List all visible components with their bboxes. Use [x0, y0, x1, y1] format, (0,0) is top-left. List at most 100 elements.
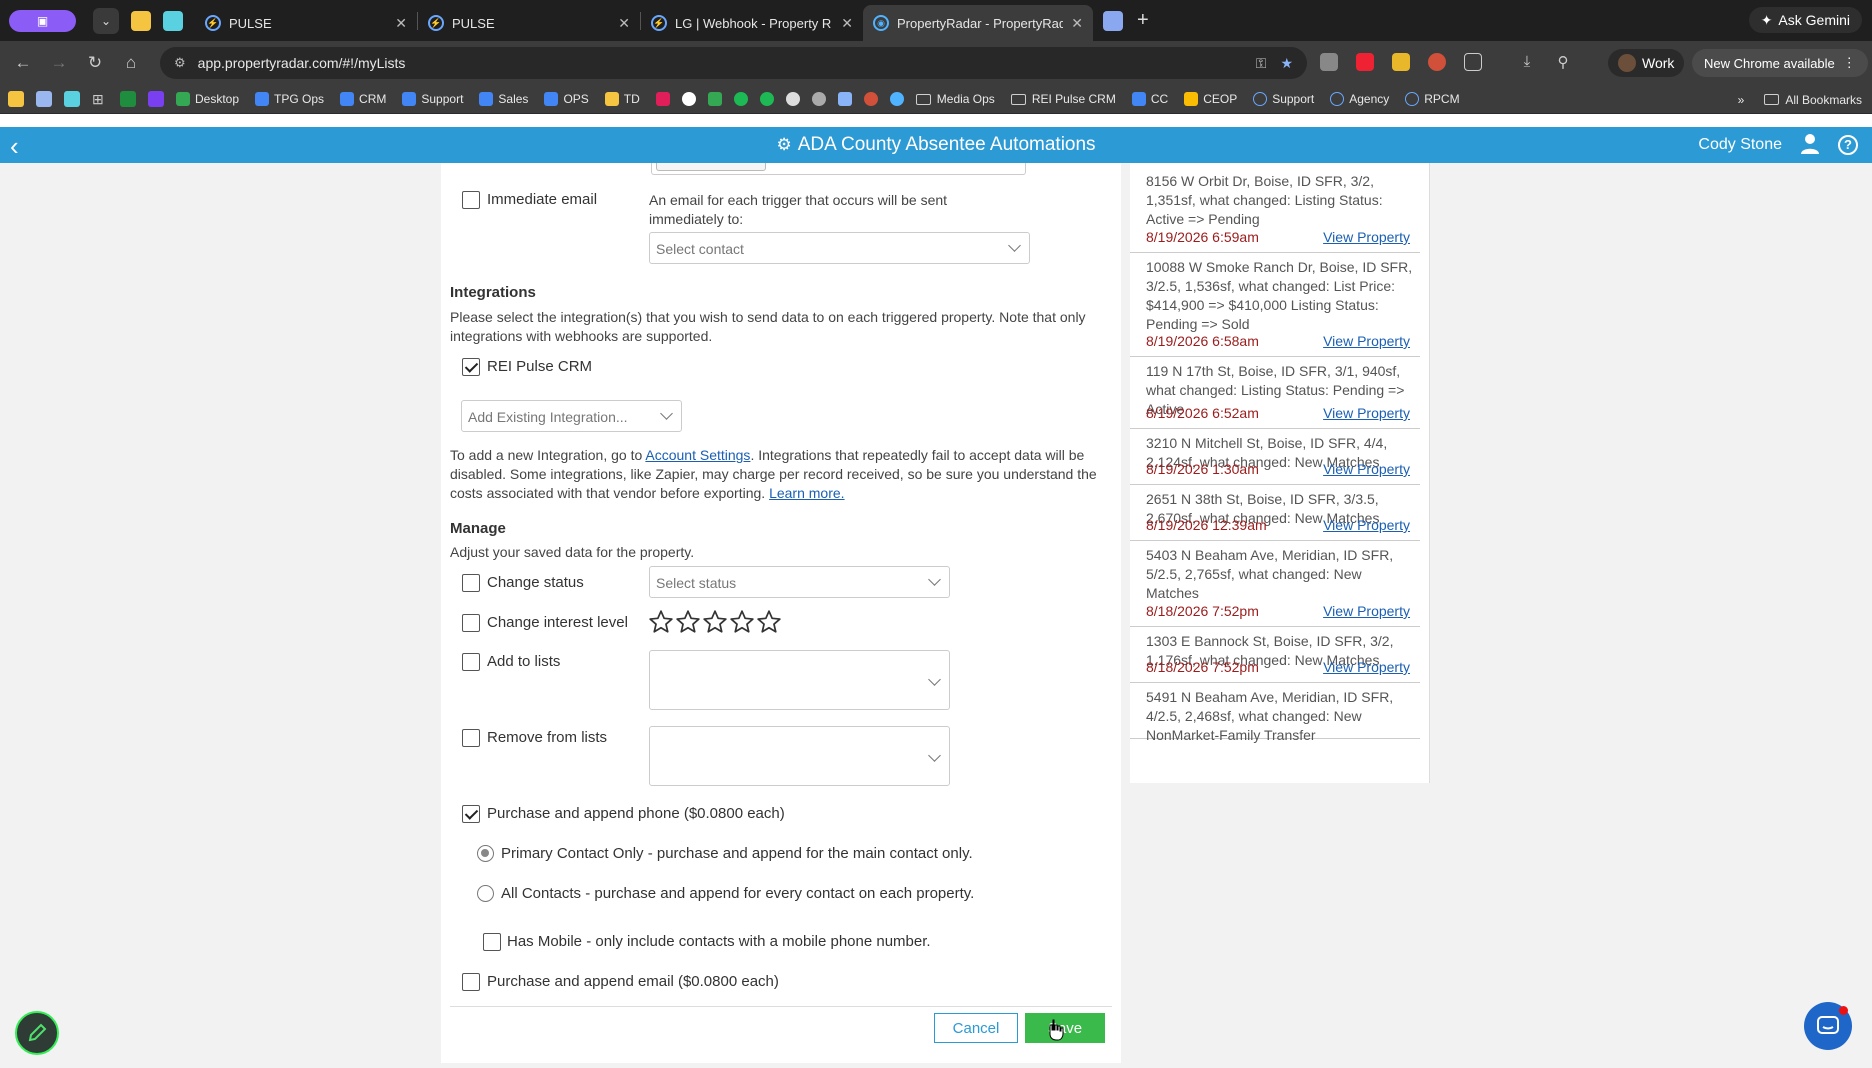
rei-pulse-crm-checkbox[interactable] [462, 358, 480, 376]
view-property-link[interactable]: View Property [1323, 517, 1410, 533]
ask-gemini-button[interactable]: ✦ Ask Gemini [1748, 7, 1862, 33]
has-mobile-checkbox[interactable] [483, 933, 501, 951]
site-info-icon[interactable]: ⚙ [174, 55, 186, 71]
bookmark-gemini-icon[interactable] [837, 92, 852, 106]
bookmark-sales[interactable]: Sales [479, 92, 528, 106]
view-property-link[interactable]: View Property [1323, 603, 1410, 619]
star-icon[interactable] [648, 609, 674, 635]
view-property-link[interactable]: View Property [1323, 659, 1410, 675]
bookmark-td[interactable]: TD [604, 92, 640, 106]
tab-webhook[interactable]: ⚡ LG | Webhook - Property R ✕ [641, 7, 863, 39]
change-status-checkbox[interactable] [462, 574, 480, 592]
bookmark-cc[interactable]: CC [1131, 92, 1168, 106]
purchase-phone-checkbox[interactable] [462, 805, 480, 823]
add-to-lists-checkbox[interactable] [462, 653, 480, 671]
bookmark-claude-icon[interactable] [863, 92, 878, 106]
close-icon[interactable]: ✕ [618, 15, 630, 32]
bookmark-app-icon[interactable] [889, 92, 904, 106]
tab-group-chip[interactable] [1103, 10, 1123, 31]
select-status-dropdown[interactable]: Select status [649, 566, 950, 598]
extension-yellow-icon[interactable] [1392, 53, 1410, 71]
bookmark-app-icon[interactable] [64, 91, 80, 107]
purchase-email-checkbox[interactable] [462, 973, 480, 991]
tab-pulse-1[interactable]: ⚡ PULSE ✕ [195, 7, 417, 39]
home-icon[interactable]: ⌂ [118, 53, 144, 73]
bookmark-agency[interactable]: Agency [1330, 92, 1389, 106]
star-icon[interactable] [729, 609, 755, 635]
back-arrow-icon[interactable]: ← [10, 53, 36, 73]
learn-more-link[interactable]: Learn more. [769, 485, 844, 501]
bookmark-ceop[interactable]: CEOP [1184, 92, 1237, 106]
extension-camera-icon[interactable] [1320, 53, 1338, 71]
view-property-link[interactable]: View Property [1323, 461, 1410, 477]
select-contact-dropdown[interactable]: Select contact [649, 232, 1030, 264]
bookmark-meet-icon[interactable] [707, 92, 722, 106]
extension-burst-icon[interactable] [1428, 53, 1446, 71]
bookmark-app-icon[interactable] [8, 91, 24, 107]
bookmarks-overflow-button[interactable]: » [1738, 93, 1745, 107]
view-property-link[interactable]: View Property [1323, 333, 1410, 349]
star-icon[interactable] [675, 609, 701, 635]
extension-pokeball-icon[interactable] [1356, 53, 1374, 71]
primary-contact-radio[interactable] [477, 845, 494, 862]
bookmark-star-icon[interactable]: ★ [1280, 55, 1293, 72]
user-icon[interactable] [1800, 133, 1820, 155]
bookmark-support-2[interactable]: Support [1253, 92, 1314, 106]
immediate-email-checkbox[interactable] [462, 191, 480, 209]
star-icon[interactable] [702, 609, 728, 635]
all-bookmarks-button[interactable]: All Bookmarks [1764, 93, 1862, 107]
all-contacts-radio[interactable] [477, 885, 494, 902]
edit-fab[interactable] [15, 1011, 59, 1055]
star-icon[interactable] [756, 609, 782, 635]
profile-work-button[interactable]: Work [1608, 49, 1685, 77]
tab-propertyradar[interactable]: ◉ PropertyRadar - PropertyRad ✕ [863, 5, 1093, 41]
profile-switcher[interactable]: ▣ [9, 9, 76, 32]
view-property-link[interactable]: View Property [1323, 229, 1410, 245]
bookmark-media-ops[interactable]: Media Ops [915, 92, 995, 106]
account-settings-link[interactable]: Account Settings [645, 447, 750, 463]
reload-icon[interactable]: ↻ [82, 53, 108, 73]
bookmark-ops[interactable]: OPS [544, 92, 589, 106]
forward-arrow-icon[interactable]: → [46, 53, 72, 73]
bookmark-app-icon[interactable] [148, 91, 164, 107]
chat-launcher[interactable] [1804, 1002, 1852, 1050]
download-icon[interactable]: ⤓ [1518, 53, 1536, 71]
bookmark-desktop[interactable]: Desktop [176, 92, 239, 106]
bookmark-rpcm[interactable]: RPCM [1405, 92, 1460, 106]
bookmark-sheets-icon[interactable] [120, 91, 136, 107]
interest-rating[interactable] [648, 609, 782, 635]
bookmark-support[interactable]: Support [402, 92, 463, 106]
remove-from-lists-checkbox[interactable] [462, 729, 480, 747]
save-button[interactable]: Save [1025, 1013, 1105, 1043]
remove-from-lists-dropdown[interactable] [649, 726, 950, 786]
add-integration-dropdown[interactable]: Add Existing Integration... [461, 400, 682, 432]
close-icon[interactable]: ✕ [841, 15, 853, 32]
view-property-link[interactable]: View Property [1323, 405, 1410, 421]
close-icon[interactable]: ✕ [1071, 15, 1083, 32]
help-icon[interactable]: ? [1838, 135, 1858, 155]
bookmark-tpg-ops[interactable]: TPG Ops [255, 92, 324, 106]
chrome-update-button[interactable]: New Chrome available ⋮ [1692, 49, 1868, 77]
extensions-puzzle-icon[interactable] [1464, 53, 1482, 71]
bookmark-spotify-icon[interactable] [759, 92, 774, 106]
bookmark-rei-pulse-crm[interactable]: REI Pulse CRM [1010, 92, 1116, 106]
change-interest-checkbox[interactable] [462, 614, 480, 632]
user-name[interactable]: Cody Stone [1698, 136, 1782, 154]
close-icon[interactable]: ✕ [395, 15, 407, 32]
tab-search-button[interactable]: ⌄ [93, 7, 119, 34]
new-tab-icon[interactable]: + [1137, 9, 1149, 32]
bookmark-slack-icon[interactable] [655, 92, 670, 106]
bookmark-crm[interactable]: CRM [340, 92, 386, 106]
add-to-lists-dropdown[interactable] [649, 650, 950, 710]
cancel-button[interactable]: Cancel [934, 1013, 1018, 1043]
bookmark-whatsapp-icon[interactable] [733, 92, 748, 106]
performance-icon[interactable]: ⚲ [1554, 53, 1572, 71]
key-icon[interactable]: ⚿ [1256, 55, 1267, 72]
bookmark-app-icon[interactable] [36, 91, 52, 107]
address-bar[interactable]: ⚙ app.propertyradar.com/#!/myLists ⚿ ★ [160, 47, 1307, 79]
tab-pulse-2[interactable]: ⚡ PULSE ✕ [418, 7, 640, 39]
bookmark-openai-icon[interactable] [811, 92, 826, 106]
bookmark-google-icon[interactable] [681, 92, 696, 106]
pinned-tab-app[interactable] [163, 10, 183, 31]
pinned-tab-notes[interactable] [131, 10, 151, 31]
